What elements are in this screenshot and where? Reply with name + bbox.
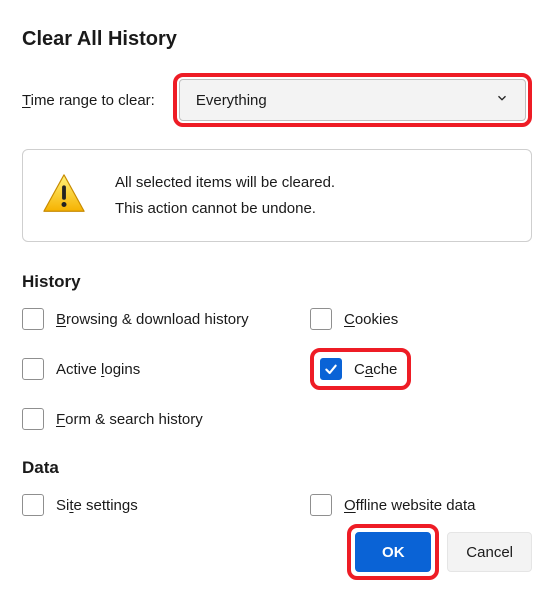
ok-button-highlight: OK bbox=[347, 524, 439, 580]
checkbox-label: Browsing & download history bbox=[56, 311, 249, 328]
checkbox-label: Cache bbox=[354, 361, 397, 378]
checkbox-icon-checked bbox=[320, 358, 342, 380]
checkbox-label: Active logins bbox=[56, 361, 140, 378]
ok-button[interactable]: OK bbox=[355, 532, 431, 572]
checkbox-site-settings[interactable]: Site settings bbox=[22, 494, 302, 516]
checkbox-form-search-history[interactable]: Form & search history bbox=[22, 408, 302, 430]
checkbox-cache-highlight: Cache bbox=[310, 348, 532, 390]
checkbox-icon bbox=[22, 308, 44, 330]
time-range-value: Everything bbox=[196, 92, 267, 109]
checkbox-icon bbox=[22, 494, 44, 516]
chevron-down-icon bbox=[495, 91, 509, 109]
checkbox-icon bbox=[310, 308, 332, 330]
data-options-grid: Site settings Offline website data bbox=[22, 494, 532, 516]
time-range-highlight: Everything bbox=[173, 73, 532, 127]
checkbox-label: Cookies bbox=[344, 311, 398, 328]
checkbox-cookies[interactable]: Cookies bbox=[310, 308, 532, 330]
time-range-accesskey: T bbox=[22, 92, 31, 109]
checkbox-label: Site settings bbox=[56, 497, 138, 514]
checkbox-icon bbox=[22, 408, 44, 430]
checkbox-label: Offline website data bbox=[344, 497, 475, 514]
warning-icon bbox=[41, 171, 87, 221]
dialog-buttons: OK Cancel bbox=[347, 524, 532, 580]
checkbox-label: Form & search history bbox=[56, 411, 203, 428]
warning-line2: This action cannot be undone. bbox=[115, 196, 335, 222]
time-range-label: Time range to clear: bbox=[22, 92, 155, 109]
dialog-title: Clear All History bbox=[22, 28, 532, 51]
checkbox-active-logins[interactable]: Active logins bbox=[22, 348, 302, 390]
cancel-button[interactable]: Cancel bbox=[447, 532, 532, 572]
section-data-heading: Data bbox=[22, 458, 532, 478]
warning-line1: All selected items will be cleared. bbox=[115, 170, 335, 196]
section-history-heading: History bbox=[22, 272, 532, 292]
checkbox-offline-data[interactable]: Offline website data bbox=[310, 494, 532, 516]
warning-box: All selected items will be cleared. This… bbox=[22, 149, 532, 242]
time-range-select[interactable]: Everything bbox=[179, 79, 526, 121]
checkbox-cache[interactable]: Cache bbox=[320, 358, 397, 380]
checkbox-browsing-history[interactable]: Browsing & download history bbox=[22, 308, 302, 330]
time-range-row: Time range to clear: Everything bbox=[22, 73, 532, 127]
checkbox-icon bbox=[310, 494, 332, 516]
warning-text: All selected items will be cleared. This… bbox=[115, 170, 335, 221]
time-range-label-text: ime range to clear: bbox=[31, 92, 155, 109]
history-options-grid: Browsing & download history Cookies Acti… bbox=[22, 308, 532, 430]
checkbox-icon bbox=[22, 358, 44, 380]
